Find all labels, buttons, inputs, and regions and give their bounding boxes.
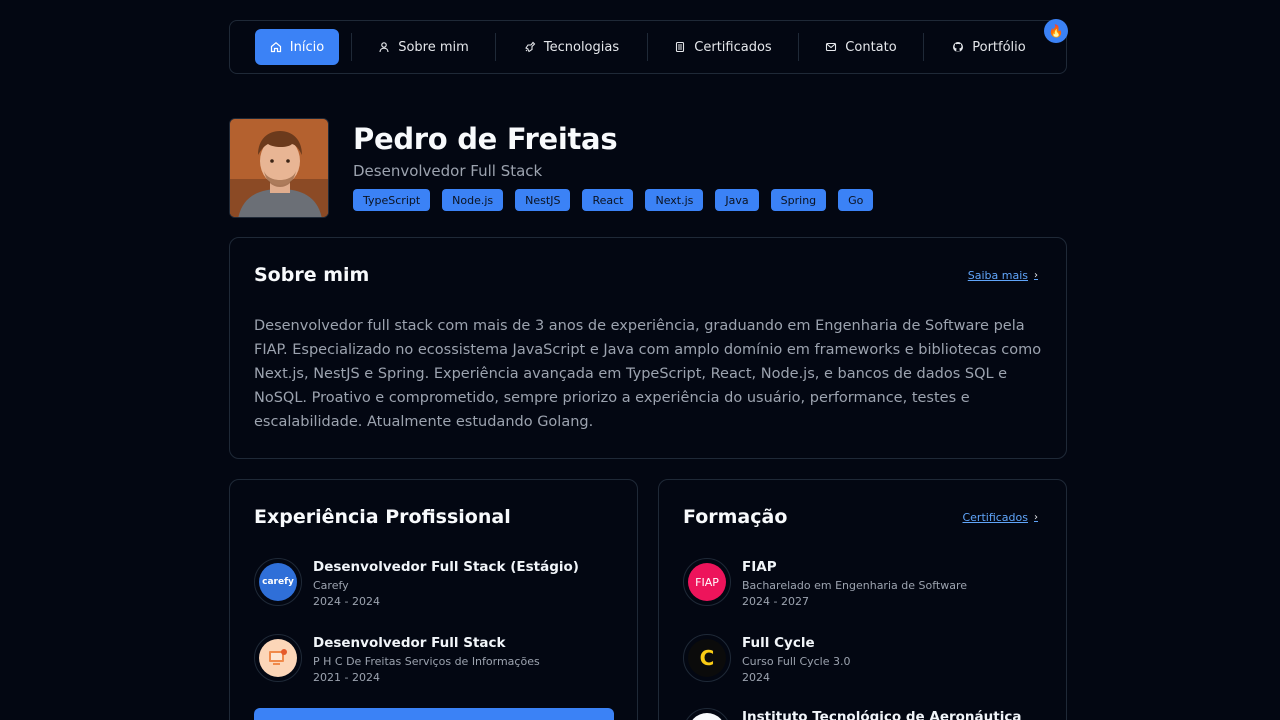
tech-tag: TypeScript (353, 189, 431, 211)
experience-item-title: Desenvolvedor Full Stack (Estágio) (313, 559, 579, 575)
certificates-link[interactable]: Certificados › (962, 511, 1038, 524)
experience-item-period: 2024 - 2024 (313, 595, 380, 608)
education-item: C Full Cycle Curso Full Cycle 3.0 2024 (683, 634, 851, 684)
chevron-right-icon: › (1034, 270, 1038, 281)
tech-tag: Go (838, 189, 874, 211)
education-item: Instituto Tecnológico de Aeronáutica (683, 708, 1021, 720)
rocket-icon (524, 41, 536, 53)
tech-tag: Next.js (645, 189, 704, 211)
experience-title: Experiência Profissional (254, 506, 511, 528)
chevron-right-icon: › (1034, 512, 1038, 523)
education-item-period: 2024 - 2027 (742, 595, 809, 608)
education-item-title: FIAP (742, 559, 777, 575)
fullcycle-logo: C (688, 639, 726, 677)
mail-icon (825, 41, 837, 53)
experience-item-company: Carefy (313, 579, 349, 592)
education-item-title: Instituto Tecnológico de Aeronáutica (742, 709, 1022, 720)
tech-tags: TypeScript Node.js NestJS React Next.js … (353, 189, 885, 211)
main-nav: Início Sobre mim Tecnologias Certificado… (229, 19, 1068, 74)
ita-logo (688, 713, 726, 720)
education-item-course: Bacharelado em Engenharia de Software (742, 579, 967, 592)
institution-logo: FIAP (683, 558, 731, 606)
nav-technologies-label: Tecnologias (543, 39, 620, 55)
home-icon (270, 41, 282, 53)
profile-role: Desenvolvedor Full Stack (353, 162, 543, 180)
experience-card: Experiência Profissional carefy Desenvol… (229, 479, 638, 720)
nav-portfolio[interactable]: Portfólio 🔥 (924, 19, 1068, 65)
nav-portfolio-label: Portfólio (972, 39, 1026, 55)
tech-tag: Node.js (442, 189, 504, 211)
tech-tag: Java (715, 189, 759, 211)
nav-home-label: Início (289, 39, 325, 55)
about-card: Sobre mim Saiba mais › Desenvolvedor ful… (229, 237, 1067, 459)
tech-tag: Spring (770, 189, 827, 211)
nav-certificates[interactable]: Certificados (648, 29, 798, 65)
nav-contact[interactable]: Contato (799, 29, 923, 65)
education-card: Formação Certificados › FIAP FIAP Bachar… (658, 479, 1067, 720)
tech-tag: NestJS (515, 189, 571, 211)
education-item-course: Curso Full Cycle 3.0 (742, 655, 851, 668)
phc-logo (259, 639, 297, 677)
fiap-logo: FIAP (688, 563, 726, 601)
education-title: Formação (683, 506, 788, 528)
experience-item-company: P H C De Freitas Serviços de Informações (313, 655, 540, 668)
experience-item: Desenvolvedor Full Stack P H C De Freita… (254, 634, 540, 684)
about-more-label: Saiba mais (967, 269, 1028, 282)
nav-technologies[interactable]: Tecnologias (496, 29, 647, 65)
company-logo (254, 634, 302, 682)
document-icon (674, 41, 686, 53)
tech-tag: React (582, 189, 634, 211)
nav-home[interactable]: Início (255, 29, 339, 65)
institution-logo (683, 708, 731, 720)
profile-name: Pedro de Freitas (353, 122, 618, 156)
github-icon (952, 41, 964, 53)
about-title: Sobre mim (254, 264, 370, 286)
education-item-period: 2024 (742, 671, 770, 684)
nav-contact-label: Contato (845, 39, 897, 55)
nav-about[interactable]: Sobre mim (352, 29, 495, 65)
certificates-link-label: Certificados (962, 511, 1028, 524)
company-logo: carefy (254, 558, 302, 606)
profile-info: Pedro de Freitas Desenvolvedor Full Stac… (353, 118, 885, 218)
about-text: Desenvolvedor full stack com mais de 3 a… (254, 318, 1042, 430)
nav-about-label: Sobre mim (398, 39, 469, 55)
education-item: FIAP FIAP Bacharelado em Engenharia de S… (683, 558, 967, 608)
fire-icon: 🔥 (1044, 19, 1068, 43)
experience-item-period: 2021 - 2024 (313, 671, 380, 684)
experience-item: carefy Desenvolvedor Full Stack (Estágio… (254, 558, 579, 608)
user-icon (378, 41, 390, 53)
institution-logo: C (683, 634, 731, 682)
profile-header: Pedro de Freitas Desenvolvedor Full Stac… (229, 118, 885, 218)
experience-item-title: Desenvolvedor Full Stack (313, 635, 506, 651)
about-more-link[interactable]: Saiba mais › (968, 269, 1038, 282)
nav-certificates-label: Certificados (694, 39, 772, 55)
experience-more-button[interactable] (254, 708, 614, 720)
carefy-logo: carefy (259, 563, 297, 601)
education-item-title: Full Cycle (742, 635, 815, 651)
avatar (229, 118, 329, 218)
